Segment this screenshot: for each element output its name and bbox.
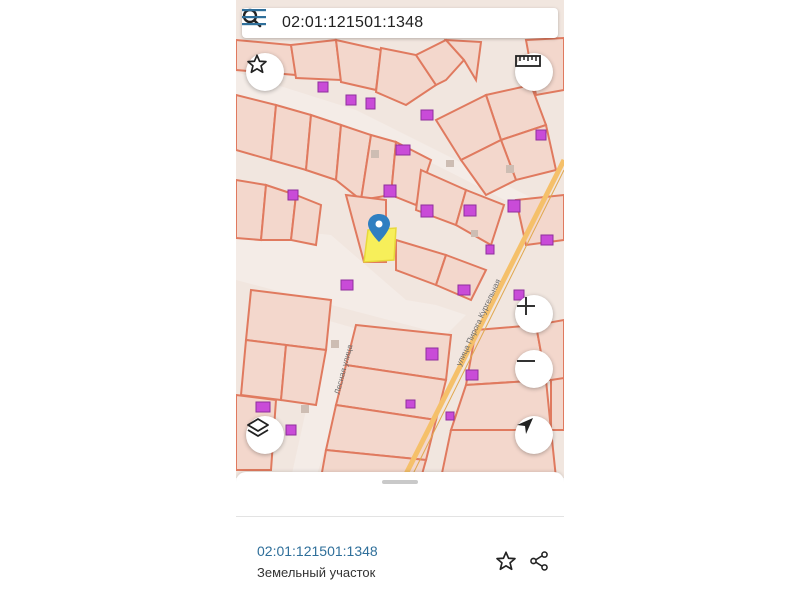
zoom-out-button[interactable] (515, 350, 553, 388)
parcel-type-label: Земельный участок (257, 565, 376, 580)
share-icon (530, 551, 548, 571)
zoom-in-icon (517, 297, 535, 315)
ruler-button[interactable] (515, 53, 553, 91)
panel-divider (236, 516, 564, 517)
star-icon (247, 54, 267, 74)
favorite-button[interactable] (246, 53, 284, 91)
drag-handle[interactable] (382, 480, 418, 484)
menu-icon[interactable] (242, 8, 558, 38)
star-icon (496, 551, 516, 571)
my-location-button[interactable] (515, 416, 553, 454)
layers-icon (247, 418, 269, 437)
phone-screen: Лесная улица улица Пирога Кургельная 02:… (236, 0, 564, 600)
parcel-cadastral-number[interactable]: 02:01:121501:1348 (257, 543, 378, 559)
ruler-icon (515, 55, 541, 67)
parcel-info-panel[interactable]: 02:01:121501:1348 Земельный участок (236, 472, 564, 600)
zoom-in-button[interactable] (515, 295, 553, 333)
search-bar[interactable]: 02:01:121501:1348 (242, 8, 558, 38)
zoom-out-icon (517, 360, 535, 362)
favorite-parcel-button[interactable] (493, 548, 519, 574)
cadastral-map[interactable]: Лесная улица улица Пирога Кургельная 02:… (236, 0, 564, 478)
layers-button[interactable] (246, 416, 284, 454)
search-input[interactable]: 02:01:121501:1348 (282, 14, 518, 32)
share-button[interactable] (526, 548, 552, 574)
navigation-arrow-icon (517, 418, 533, 434)
